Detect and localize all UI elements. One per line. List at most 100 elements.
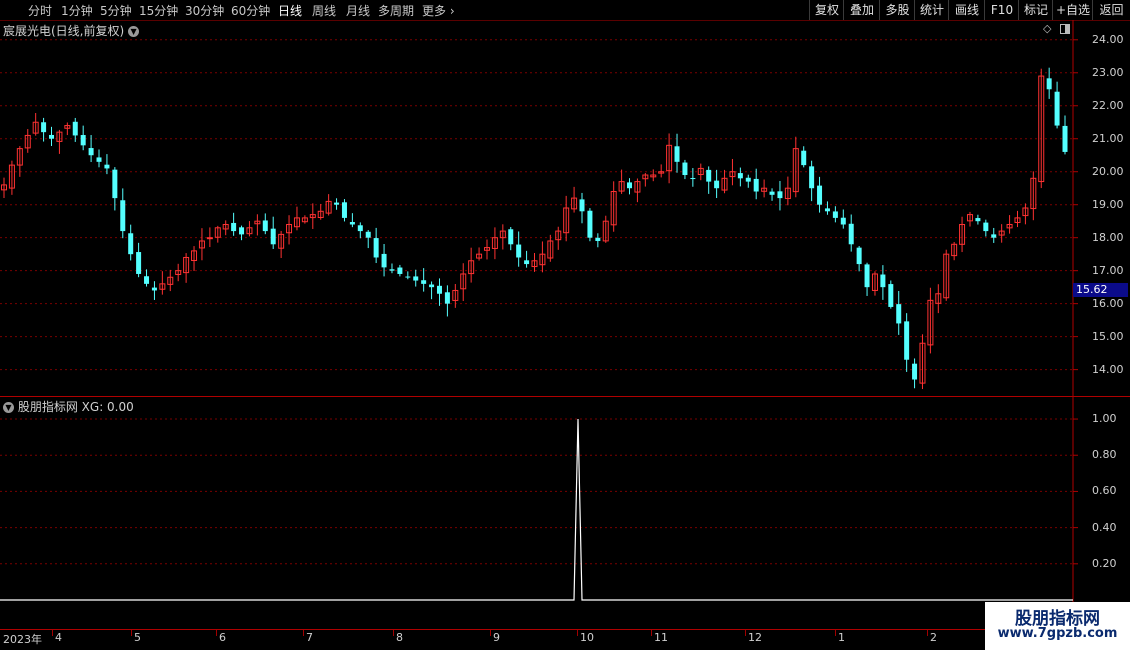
candle-body [777,191,783,199]
candle-body [745,177,751,182]
x-tick [52,630,53,636]
x-tick [490,630,491,636]
x-tick-label: 6 [219,631,226,644]
x-tick [745,630,746,636]
candle-body [587,210,593,238]
candle-body [848,223,854,245]
candle-body [389,269,395,271]
candle-body [49,134,55,139]
candle-body [80,135,86,146]
x-tick [651,630,652,636]
candle-body [349,222,355,225]
x-tick-label: 8 [396,631,403,644]
indicator-y-tick-label: 0.60 [1092,484,1117,498]
x-tick [303,630,304,636]
x-tick-label: 7 [306,631,313,644]
candle-body [436,285,442,294]
candle-body [896,304,902,324]
candle-body [206,237,213,240]
indicator-y-tick-label: 0.40 [1092,520,1117,534]
x-tick-label: 9 [493,631,500,644]
candle-body [88,148,94,156]
current-price-tag: 15.62 [1073,283,1128,297]
x-tick-label: 4 [55,631,62,644]
candle-body [627,182,633,189]
x-tick-label: 5 [134,631,141,644]
candle-body [690,178,696,180]
candle-body [128,233,134,255]
x-tick [577,630,578,636]
candle-body [682,162,688,176]
y-tick-label: 16.00 [1092,296,1124,310]
watermark-url: www.7gpzb.com [997,626,1118,641]
candle-body [817,185,823,205]
y-tick-label: 24.00 [1092,32,1124,46]
y-tick-label: 19.00 [1092,197,1124,211]
x-tick-label: 11 [654,631,668,644]
candle-body [706,169,712,182]
candle-body [144,276,150,284]
candle-body [864,264,870,288]
candle-body [136,252,142,274]
candle-body [381,253,387,268]
candle-body [41,122,47,133]
y-tick-label: 23.00 [1092,65,1124,79]
x-tick [835,630,836,636]
candle-body [524,260,530,265]
candle-body [975,218,981,222]
candle-body [96,157,102,162]
y-tick-label: 14.00 [1092,362,1124,376]
candle-body [231,222,237,232]
candle-body [397,267,403,274]
candle-body [151,287,157,291]
candle-body [1054,91,1060,126]
candle-body [904,321,910,360]
watermark-logo: 股朋指标网 www.7gpzb.com [985,602,1130,650]
candle-body [405,276,411,278]
x-tick [393,630,394,636]
candle-body [991,234,997,238]
candle-body [365,231,371,238]
candle-body [104,164,110,169]
candle-body [714,180,720,189]
candle-body [444,292,450,304]
candle-body [595,237,601,241]
candle-body [1062,125,1068,152]
candle-body [912,363,918,380]
candle-body [753,178,759,192]
candle-body [888,284,894,307]
indicator-y-tick-label: 0.20 [1092,556,1117,570]
candle-body [262,220,268,232]
candle-body [373,238,379,258]
indicator-y-tick-label: 0.80 [1092,448,1117,462]
chart-canvas[interactable] [0,0,1130,650]
x-tick-label: 10 [580,631,594,644]
candle-body [769,191,775,195]
xg-signal-line [0,419,1073,601]
candle-body [120,200,126,232]
candle-body [856,247,862,265]
candle-body [1046,78,1052,90]
candle-body [809,166,815,189]
candle-body [508,229,514,245]
candle-body [421,280,427,284]
x-tick-label: 12 [748,631,762,644]
x-tick [131,630,132,636]
x-tick-label: 1 [838,631,845,644]
x-tick [216,630,217,636]
x-tick-label: 2023年 [3,633,42,646]
x-tick [927,630,928,636]
candle-body [357,225,363,232]
candle-body [413,276,419,281]
candle-body [239,227,245,235]
y-tick-label: 15.00 [1092,329,1124,343]
candle-body [801,150,807,166]
candle-body [880,274,886,288]
x-tick-label: 2 [930,631,937,644]
candle-body [579,199,585,212]
candle-body [840,217,846,225]
indicator-y-tick-label: 1.00 [1092,412,1117,426]
candle-body [112,169,118,199]
y-tick-label: 21.00 [1092,131,1124,145]
candle-body [516,244,522,258]
